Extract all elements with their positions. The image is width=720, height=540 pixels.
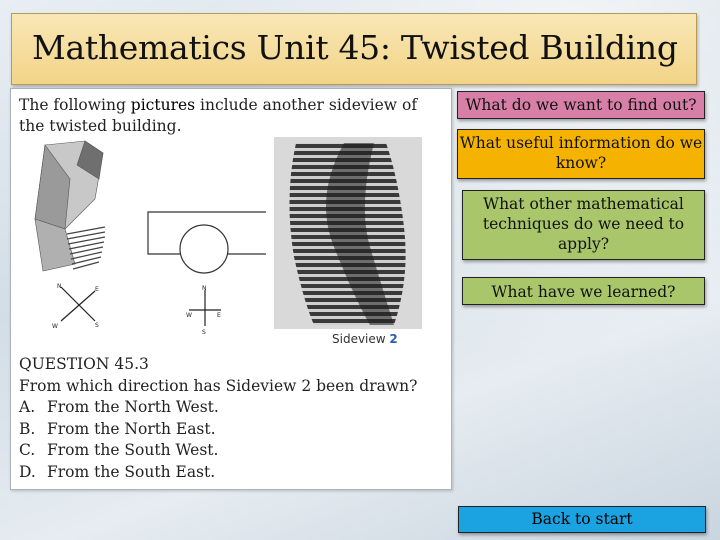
option-b: B. From the North East. (19, 419, 444, 441)
compass-rotated-diagram: N E W S (52, 283, 99, 330)
compass1-s-label: S (95, 322, 99, 329)
find-out-button[interactable]: What do we want to find out? (457, 91, 705, 119)
title-banner: Mathematics Unit 45: Twisted Building (11, 13, 697, 85)
question-text: From which direction has Sideview 2 been… (19, 376, 418, 395)
option-c: C. From the South West. (19, 440, 444, 462)
compass2-w-label: W (186, 312, 192, 319)
techniques-button[interactable]: What other mathematical techniques do we… (462, 190, 705, 260)
intro-highlight: pictures (130, 96, 196, 114)
option-b-text: From the North East. (47, 419, 216, 438)
learned-button[interactable]: What have we learned? (462, 277, 705, 305)
option-a-letter: A. (19, 398, 36, 416)
option-b-letter: B. (19, 419, 36, 438)
useful-info-button[interactable]: What useful information do we know? (457, 129, 705, 179)
option-d-text: From the South East. (47, 462, 216, 481)
option-c-letter: C. (19, 441, 36, 459)
compass1-e-label: E (95, 286, 99, 293)
back-to-start-button[interactable]: Back to start (458, 506, 706, 533)
compass-diagram: N E W S (186, 285, 221, 336)
question-block: QUESTION 45.3 From which direction has S… (19, 354, 444, 483)
sideview-2-image (274, 137, 422, 329)
option-a-text: From the North West. (47, 398, 219, 416)
option-d-letter: D. (19, 462, 36, 481)
plan-view-diagram (147, 211, 266, 274)
content-panel: The following pictures include another s… (10, 88, 452, 490)
compass1-n-label: N (57, 283, 62, 290)
compass1-w-label: W (52, 323, 58, 330)
intro-text: The following pictures include another s… (19, 95, 444, 137)
option-a: A. From the North West. (19, 397, 444, 419)
twisted-building-image (25, 139, 115, 279)
page-title: Mathematics Unit 45: Twisted Building (32, 28, 678, 67)
option-d: D. From the South East. (19, 462, 444, 484)
sideview-caption-label: Sideview (332, 332, 390, 346)
question-heading: QUESTION 45.3 (19, 355, 149, 373)
intro-before: The following (19, 96, 131, 114)
option-c-text: From the South West. (47, 441, 219, 459)
compass2-n-label: N (202, 285, 207, 292)
compass2-e-label: E (217, 312, 221, 319)
compass2-s-label: S (202, 329, 206, 336)
sideview-caption: Sideview 2 (332, 332, 398, 346)
sideview-caption-number: 2 (389, 332, 398, 346)
